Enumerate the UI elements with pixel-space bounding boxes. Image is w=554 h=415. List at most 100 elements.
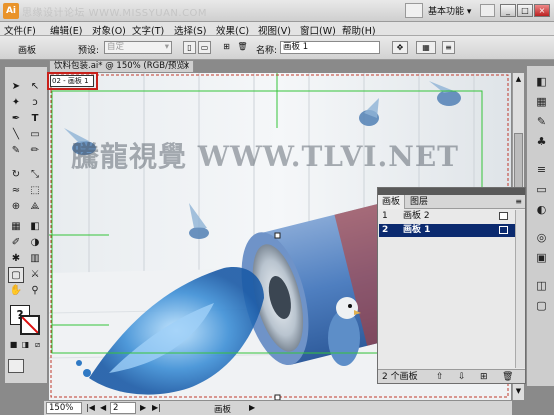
color-panel-icon[interactable]: ◧ [534,74,549,89]
pencil-icon[interactable]: ✏ [27,143,43,159]
maximize-button[interactable]: □ [517,4,533,17]
type-tool-icon[interactable]: T [27,111,43,127]
document-tab-title: 饮料包装.ai* @ 150% (RGB/预览) [54,61,189,71]
title-bar: Ai 思缘设计论坛 WWW.MISSYUAN.COM 基本功能 ▾ _ □ × [0,0,554,22]
pen-tool-icon[interactable]: ✒ [8,111,24,127]
panel-footer: 2 个画板 ⇧ ⇩ ⊞ 🗑 [378,369,525,383]
panel-menu-icon[interactable]: ≡ [515,197,522,206]
status-menu-icon[interactable]: ▶ [249,403,255,412]
hand-tool-icon[interactable]: ✋ [8,283,24,299]
menu-edit[interactable]: 编辑(E) [50,23,82,37]
stroke-swatch[interactable] [20,315,40,335]
magic-wand-icon[interactable]: ✦ [8,95,24,111]
prev-page-icon[interactable]: ◀ [100,403,106,412]
line-tool-icon[interactable]: ╲ [8,127,24,143]
appearance-panel-icon[interactable]: ◎ [534,230,549,245]
move-up-icon[interactable]: ⇧ [436,370,444,384]
zoom-field[interactable]: 150% [46,402,82,414]
lasso-icon[interactable]: ↄ [27,95,43,111]
preset-select[interactable]: 自定 ▾ [104,41,172,54]
menu-window[interactable]: 窗口(W) [300,23,336,37]
landscape-icon[interactable]: ▭ [198,41,211,54]
zoom-tool-icon[interactable]: ⚲ [27,283,43,299]
menu-effect[interactable]: 效果(C) [216,23,249,37]
menu-object[interactable]: 对象(O) [92,23,126,37]
delete-artboard-icon[interactable]: 🗑 [236,41,249,54]
chevron-down-icon: ▾ [164,42,169,52]
next-page-icon[interactable]: ▶ [140,403,146,412]
options-icon[interactable]: ≡ [442,41,455,54]
artboard-row-number: 2 [382,225,389,235]
status-tool: 画板 [214,405,232,415]
paintbrush-icon[interactable]: ✎ [8,143,24,159]
color-mode-icon[interactable]: ■ [8,339,19,350]
rectangle-tool-icon[interactable]: ▭ [27,127,43,143]
free-transform-icon[interactable]: ⬚ [27,183,43,199]
artboards-panel-icon[interactable]: ▢ [534,298,549,313]
gradient-tool-icon[interactable]: ◧ [27,219,43,235]
graphic-styles-icon[interactable]: ▣ [534,250,549,265]
swatches-panel-icon[interactable]: ▦ [534,94,549,109]
rotate-tool-icon[interactable]: ↻ [8,167,24,183]
move-artwork-icon[interactable]: ✥ [392,41,408,54]
new-artboard-icon[interactable]: ⊞ [220,41,233,54]
direct-selection-tool-icon[interactable]: ↖ [27,79,43,95]
scroll-thumb[interactable] [514,133,523,193]
perspective-grid-icon[interactable]: ⟁ [27,199,43,215]
tab-layers[interactable]: 图层 [406,195,432,209]
search-icon[interactable] [480,4,495,17]
artboard-options-icon[interactable] [499,212,508,220]
portrait-icon[interactable]: ▯ [183,41,196,54]
scroll-up-icon[interactable]: ▲ [514,75,523,84]
tool-name: 画板 [18,46,37,56]
eyedropper-icon[interactable]: ✐ [8,235,24,251]
warp-tool-icon[interactable]: ≈ [8,183,24,199]
menu-file[interactable]: 文件(F) [4,23,36,37]
close-icon[interactable]: × [183,61,190,72]
bridge-icon[interactable] [405,3,423,18]
workspace-switcher[interactable]: 基本功能 ▾ [428,4,478,18]
artboard-row-selected[interactable]: 2 画板 1 [379,224,515,237]
panel-header[interactable] [378,188,525,195]
delete-icon[interactable]: 🗑 [502,370,513,384]
menu-select[interactable]: 选择(S) [174,23,206,37]
new-artboard-icon[interactable]: ⊞ [480,370,488,384]
mesh-tool-icon[interactable]: ▦ [8,219,24,235]
menu-type[interactable]: 文字(T) [132,23,164,37]
move-down-icon[interactable]: ⇩ [458,370,466,384]
tools-panel: ➤ ↖ ✦ ↄ ✒ T ╲ ▭ ✎ ✏ ↻ ⤡ ≈ ⬚ ⊕ ⟁ ▦ ◧ ✐ ◑ … [4,66,48,384]
artboard-name-field[interactable]: 画板 1 [280,41,380,54]
tab-artboards[interactable]: 画板 [378,195,406,209]
artboard-row[interactable]: 1 画板 2 [379,210,515,223]
first-page-icon[interactable]: |◀ [86,403,95,412]
gradient-panel-icon[interactable]: ▭ [534,182,549,197]
reference-point-icon[interactable]: ▦ [416,41,436,54]
close-button[interactable]: × [534,4,550,17]
right-dock: ◧ ▦ ✎ ♣ ≡ ▭ ◐ ◎ ▣ ◫ ▢ [526,66,554,386]
shape-builder-icon[interactable]: ⊕ [8,199,24,215]
last-page-icon[interactable]: ▶| [152,403,161,412]
artboard-options-icon[interactable] [499,226,508,234]
page-field[interactable]: 2 [110,402,136,414]
brushes-panel-icon[interactable]: ✎ [534,114,549,129]
artboard-row-name: 画板 2 [403,211,430,221]
graph-tool-icon[interactable]: ▥ [27,251,43,267]
layers-panel-icon[interactable]: ◫ [534,278,549,293]
screen-mode-icon[interactable] [8,359,24,373]
slice-tool-icon[interactable]: ⚔ [27,267,43,283]
menu-view[interactable]: 视图(V) [258,23,291,37]
none-mode-icon[interactable]: ⧄ [32,339,43,350]
scroll-down-icon[interactable]: ▼ [514,387,523,396]
stroke-panel-icon[interactable]: ≡ [534,162,549,177]
transparency-panel-icon[interactable]: ◐ [534,202,549,217]
menu-help[interactable]: 帮助(H) [342,23,376,37]
scale-tool-icon[interactable]: ⤡ [27,167,43,183]
artboard-tool-icon[interactable]: ▢ [8,267,24,283]
symbols-panel-icon[interactable]: ♣ [534,134,549,149]
symbol-sprayer-icon[interactable]: ✱ [8,251,24,267]
blend-tool-icon[interactable]: ◑ [27,235,43,251]
panel-scrollbar[interactable] [515,210,525,368]
gradient-mode-icon[interactable]: ◨ [20,339,31,350]
selection-tool-icon[interactable]: ➤ [8,79,24,95]
minimize-button[interactable]: _ [500,4,516,17]
